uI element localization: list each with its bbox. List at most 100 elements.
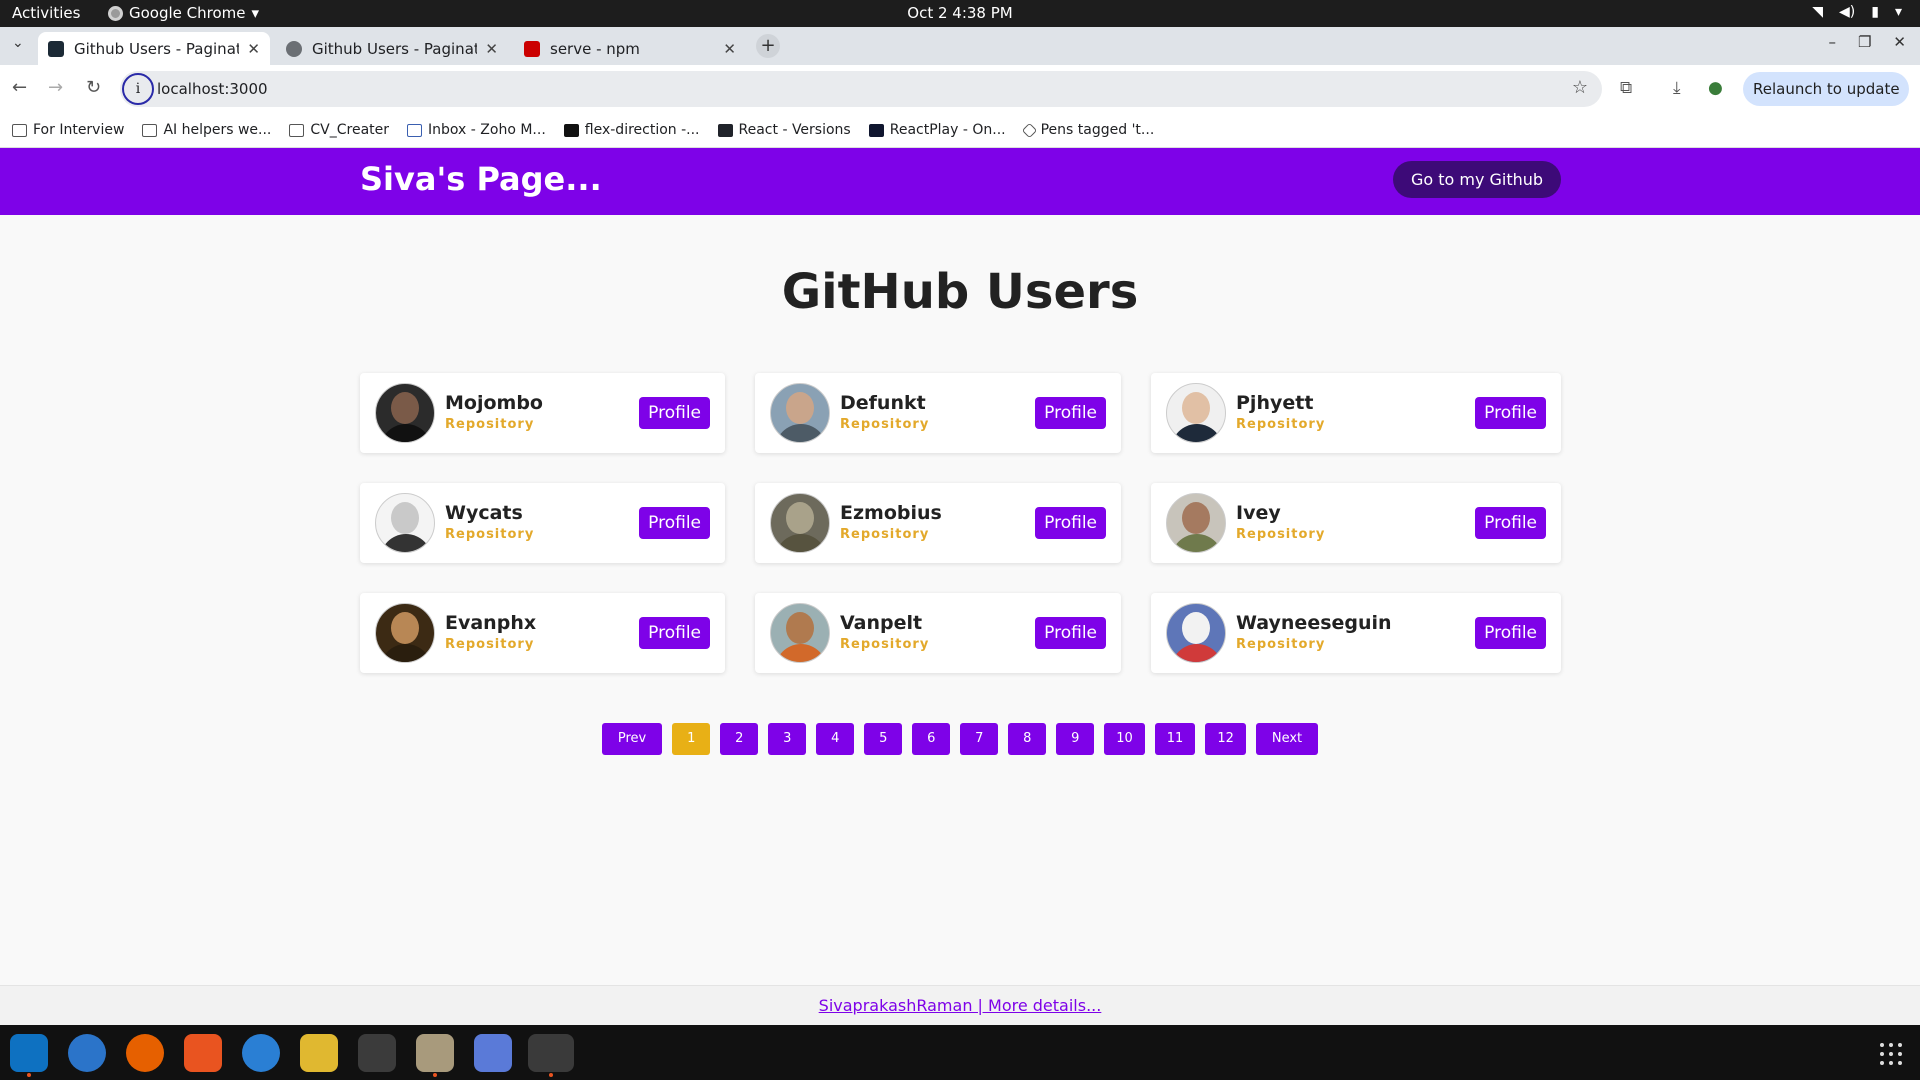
repository-link[interactable]: Repository [1236,637,1325,652]
profile-button[interactable]: Profile [1035,397,1106,429]
page-button-7[interactable]: 7 [960,723,999,755]
tab-strip: ⌄ Github Users - Pagination ✕ Github Use… [0,27,1920,65]
prev-page-button[interactable]: Prev [601,723,663,755]
footer-link[interactable]: SivaprakashRaman | More details... [819,996,1102,1015]
running-indicator [27,1073,31,1077]
bookmark-label: flex-direction -... [584,122,700,138]
window-controls: – ❐ ✕ [1828,33,1906,51]
repository-link[interactable]: Repository [1236,527,1325,542]
site-navbar: Siva's Page... Go to my Github [0,148,1920,215]
minimize-icon[interactable]: – [1828,33,1836,51]
tab-title: serve - npm [550,39,640,58]
avatar [770,493,830,553]
page-button-5[interactable]: 5 [864,723,903,755]
screenshot-icon[interactable] [474,1034,512,1072]
page-footer: SivaprakashRaman | More details... [0,985,1920,1025]
relaunch-button[interactable]: Relaunch to update ⋮ [1743,72,1909,132]
bookmark-folder[interactable]: For Interview [12,122,124,138]
profile-button[interactable]: Profile [1035,507,1106,539]
page-button-3[interactable]: 3 [768,723,807,755]
files-icon[interactable] [416,1034,454,1072]
terminal-icon[interactable] [358,1034,396,1072]
page-button-12[interactable]: 12 [1205,723,1246,755]
profile-button[interactable]: Profile [639,507,710,539]
back-icon[interactable]: ← [12,77,27,98]
vscode-icon[interactable] [10,1034,48,1072]
repository-link[interactable]: Repository [445,417,534,432]
close-tab-icon[interactable]: ✕ [485,40,498,58]
bookmark-star-icon[interactable]: ☆ [1572,77,1588,98]
app-center-icon[interactable] [184,1034,222,1072]
page-button-4[interactable]: 4 [816,723,855,755]
restore-icon[interactable]: ❐ [1858,33,1871,51]
system-tray[interactable]: ◥ ◀) ▮ ▾ [1812,4,1902,20]
tab-serve-npm[interactable]: serve - npm ✕ [514,32,746,65]
repository-link[interactable]: Repository [1236,417,1325,432]
address-bar[interactable]: i localhost:3000 ☆ [120,71,1602,107]
page-button-11[interactable]: 11 [1154,723,1196,755]
rhythmbox-icon[interactable] [300,1034,338,1072]
profile-button[interactable]: Profile [1475,397,1546,429]
folder-icon [12,123,27,137]
avatar [375,383,435,443]
bookmark-link[interactable]: Pens tagged 't... [1021,122,1154,138]
site-brand[interactable]: Siva's Page... [360,160,602,198]
profile-button[interactable]: Profile [639,617,710,649]
bookmark-link[interactable]: Inbox - Zoho M... [407,122,546,138]
bookmark-link[interactable]: ReactPlay - On... [868,122,1006,138]
user-card: Vanpelt Repository Profile [755,593,1121,673]
user-card: Ivey Repository Profile [1151,483,1561,563]
react-icon [717,123,733,137]
repository-link[interactable]: Repository [840,417,929,432]
repository-link[interactable]: Repository [445,527,534,542]
page-button-8[interactable]: 8 [1008,723,1047,755]
page-button-9[interactable]: 9 [1056,723,1095,755]
user-card: Wycats Repository Profile [360,483,725,563]
close-window-icon[interactable]: ✕ [1893,33,1906,51]
forward-icon[interactable]: → [48,77,63,98]
site-info-icon[interactable]: i [122,73,154,105]
show-apps-icon[interactable] [1880,1043,1902,1065]
page-button-2[interactable]: 2 [720,723,759,755]
profile-button[interactable]: Profile [639,397,710,429]
bookmark-label: ReactPlay - On... [889,122,1006,138]
profile-button[interactable]: Profile [1035,617,1106,649]
tab-github-users-1[interactable]: Github Users - Pagination ✕ [38,32,270,65]
bookmark-link[interactable]: flex-direction -... [563,122,700,138]
repository-link[interactable]: Repository [840,637,929,652]
page-button-1[interactable]: 1 [672,723,711,755]
profile-button[interactable]: Profile [1475,617,1546,649]
clock[interactable]: Oct 2 4:38 PM [0,4,1920,22]
tab-search-icon[interactable]: ⌄ [12,35,24,51]
repository-link[interactable]: Repository [840,527,929,542]
profile-button[interactable]: Profile [1475,507,1546,539]
profile-avatar-icon[interactable]: ● [1708,78,1723,98]
page-button-10[interactable]: 10 [1104,723,1145,755]
chrome-dock-icon[interactable] [528,1034,574,1072]
bookmark-folder[interactable]: CV_Creater [289,122,389,138]
mdn-icon [563,123,579,137]
relaunch-label: Relaunch to update [1753,80,1900,98]
new-tab-button[interactable]: + [756,34,780,58]
tab-github-users-2[interactable]: Github Users - Pagination ✕ [276,32,508,65]
next-page-button[interactable]: Next [1255,723,1319,755]
page-button-6[interactable]: 6 [912,723,951,755]
user-name: Ezmobius [840,502,942,524]
go-to-github-button[interactable]: Go to my Github [1393,161,1561,198]
bookmark-link[interactable]: React - Versions [717,122,851,138]
bookmark-label: Inbox - Zoho M... [428,122,546,138]
firefox-icon[interactable] [126,1034,164,1072]
download-icon[interactable]: ⤓ [1673,78,1681,98]
thunderbird-icon[interactable] [68,1034,106,1072]
close-tab-icon[interactable]: ✕ [723,40,736,58]
bookmark-folder[interactable]: AI helpers we... [142,122,271,138]
user-name: Ivey [1236,502,1281,524]
bookmarks-bar: For Interview AI helpers we... CV_Create… [0,113,1920,148]
repository-link[interactable]: Repository [445,637,534,652]
help-icon[interactable] [242,1034,280,1072]
pagination: Prev 1 2 3 4 5 6 7 8 9 10 11 12 Next [0,723,1920,755]
extensions-icon[interactable]: ⧉ [1620,78,1632,98]
avatar [375,493,435,553]
reload-icon[interactable]: ↻ [86,77,101,98]
close-tab-icon[interactable]: ✕ [247,40,260,58]
